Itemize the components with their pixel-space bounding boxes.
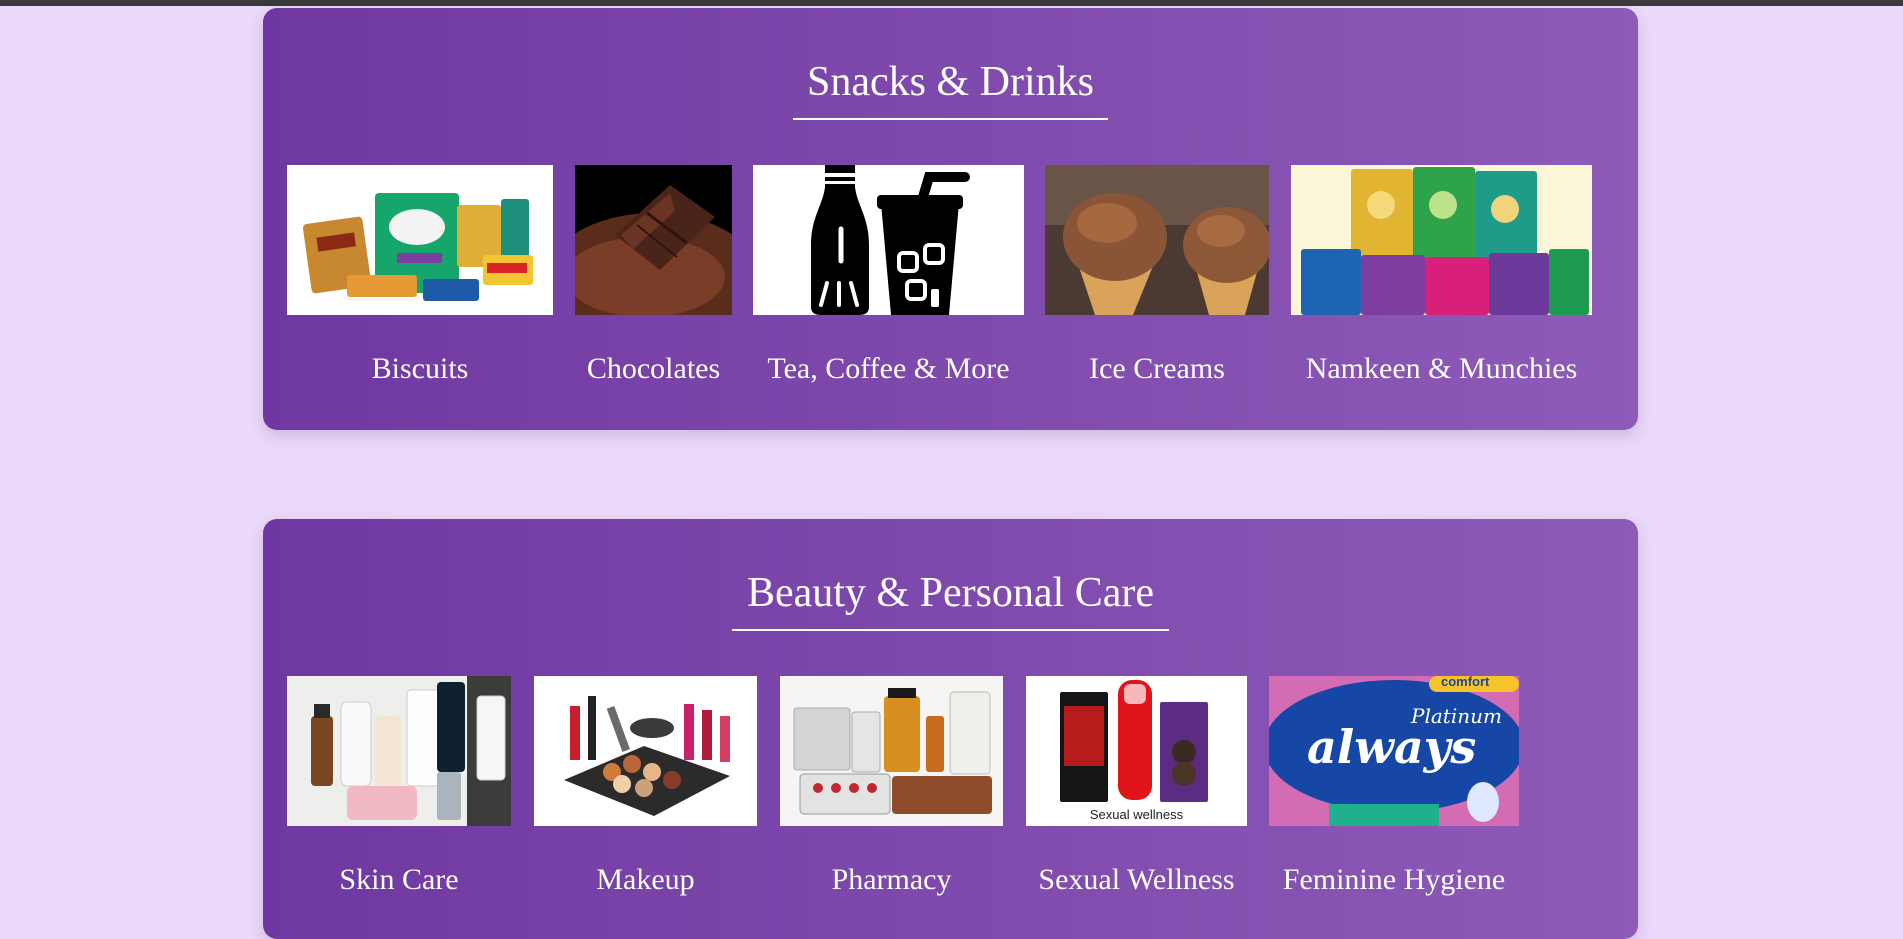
feminine-hygiene-text-always: always (1307, 720, 1477, 774)
feminine-hygiene-image: comfort Platinum always (1269, 676, 1519, 826)
pharmacy-image (780, 676, 1003, 826)
section-snacks-drinks: Snacks & Drinks Biscuits Chocolates Tea,… (263, 8, 1638, 430)
browser-top-edge (0, 0, 1903, 6)
category-label-feminine-hygiene: Feminine Hygiene (1282, 863, 1506, 896)
section-title-underline (732, 629, 1169, 631)
category-label-namkeen: Namkeen & Munchies (1305, 352, 1578, 385)
sexual-wellness-image: Sexual wellness (1026, 676, 1247, 826)
ice-creams-image (1045, 165, 1269, 315)
sexual-wellness-caption: Sexual wellness (1089, 807, 1184, 822)
makeup-image (534, 676, 757, 826)
biscuits-image (287, 165, 553, 315)
feminine-hygiene-text-comfort: comfort (1441, 676, 1490, 689)
section-beauty-personal-care: Beauty & Personal Care Skin Care Makeup … (263, 519, 1638, 939)
skin-care-image (287, 676, 511, 826)
section-title: Snacks & Drinks (807, 59, 1094, 105)
chocolates-image (575, 165, 732, 315)
section-title-underline (793, 118, 1108, 120)
namkeen-packs-image (1291, 165, 1592, 315)
drinks-bottle-cup-icon (753, 165, 1024, 315)
section-title: Beauty & Personal Care (746, 570, 1155, 616)
